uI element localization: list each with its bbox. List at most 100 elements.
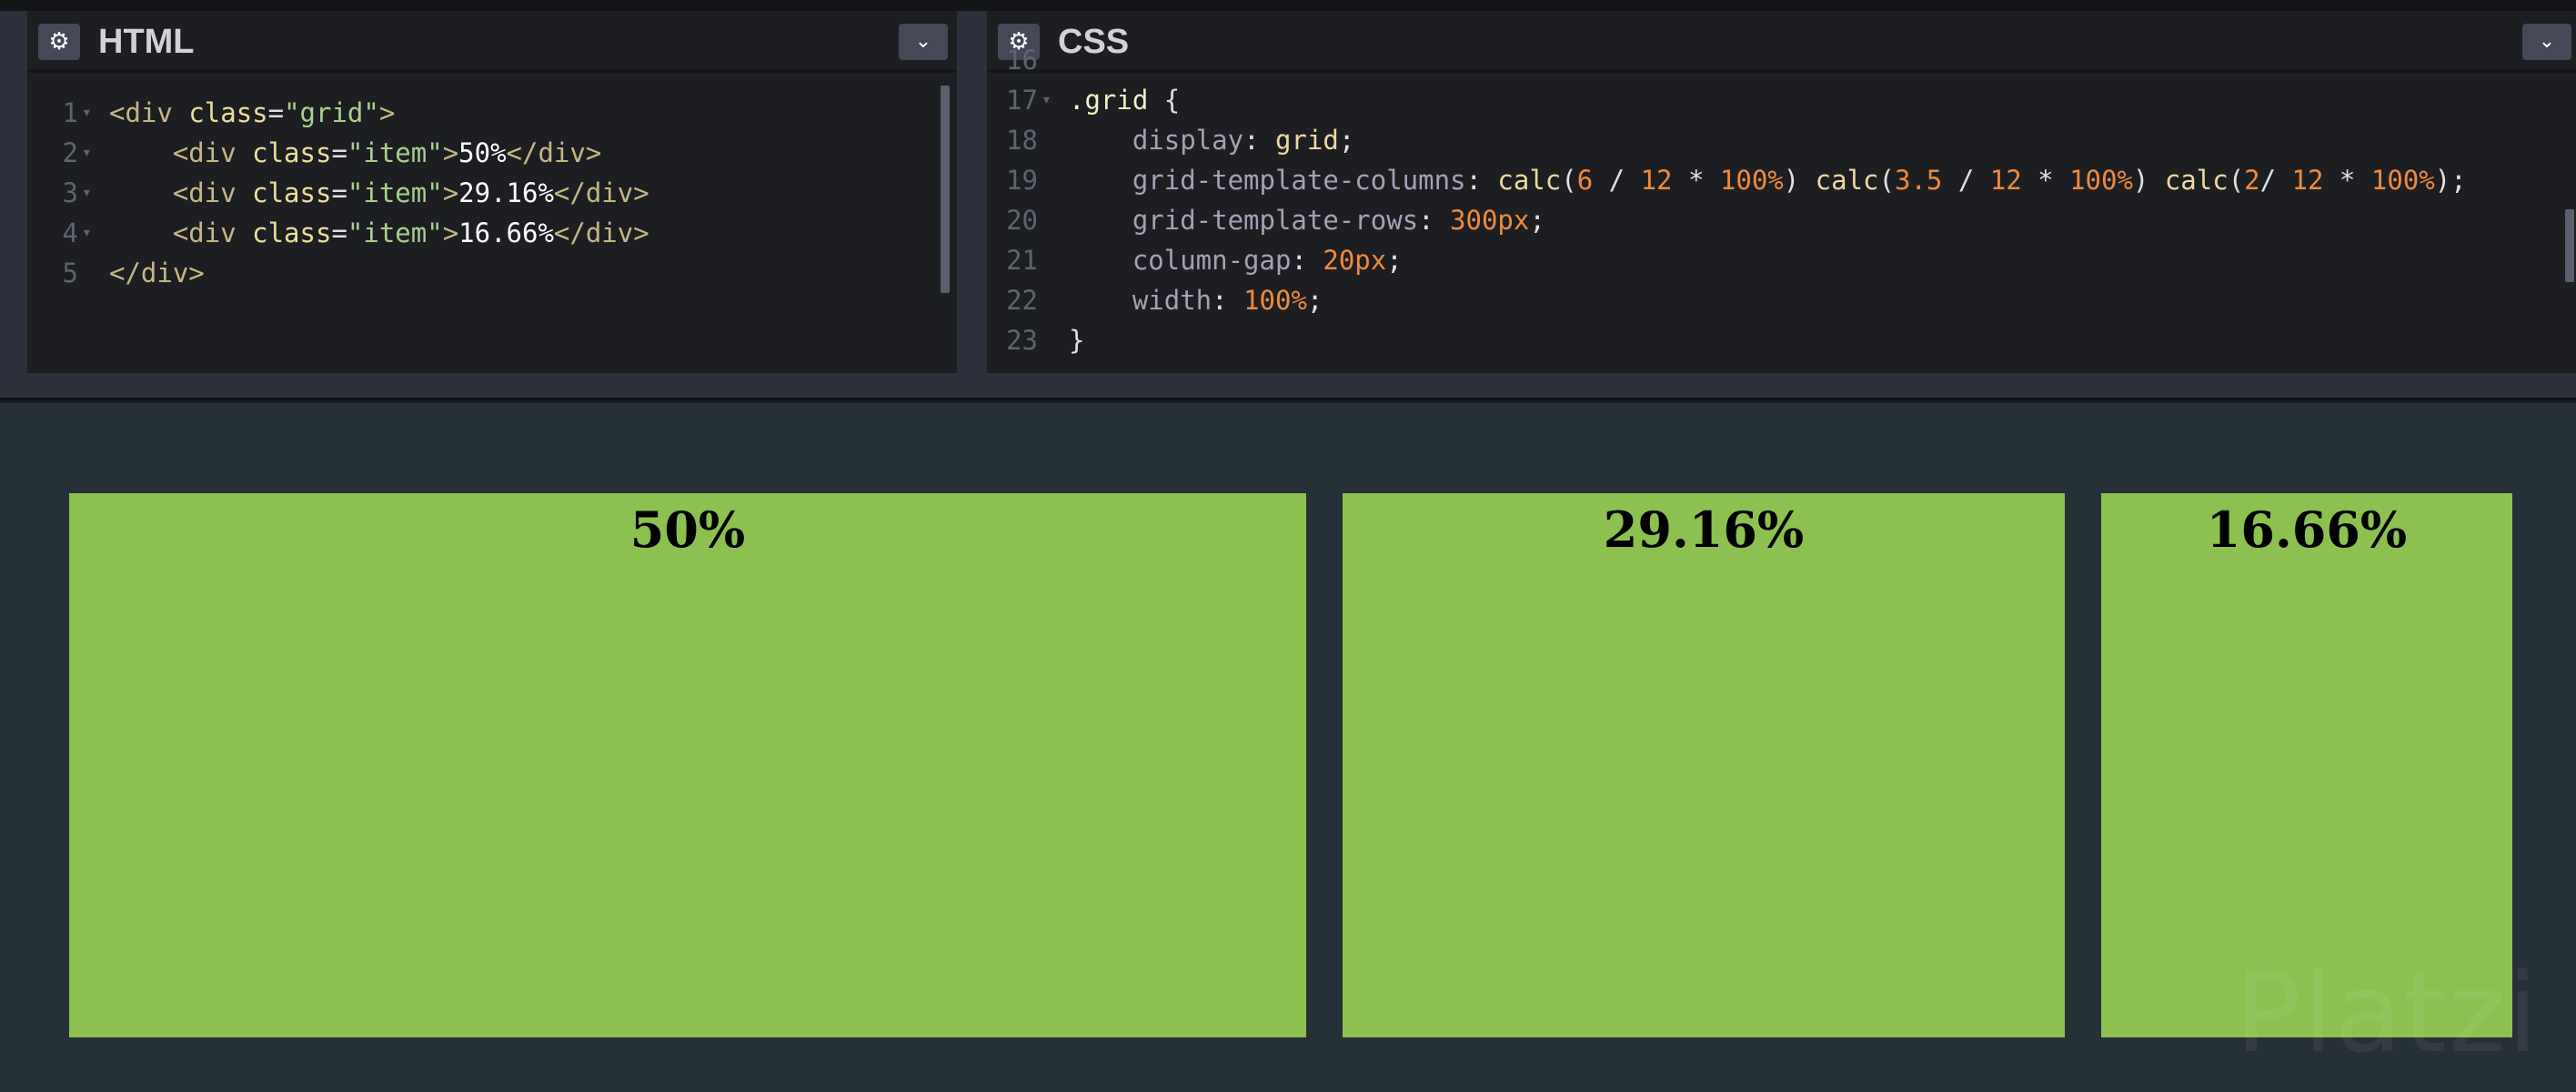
code-token: </div> xyxy=(506,137,602,168)
line-number: 21 xyxy=(1006,245,1038,276)
code-text: <div class="item">50%</div> xyxy=(109,133,601,173)
html-editor-panel[interactable]: ⚙ HTML ⌄ 1 ▾ <div class="grid"> 2 ▾ <div cla… xyxy=(27,11,957,373)
code-token: </div> xyxy=(109,258,205,288)
code-token: : xyxy=(1465,165,1498,196)
line-number: 16 xyxy=(1006,45,1038,76)
code-token: ; xyxy=(1529,205,1545,236)
code-token: 16.66% xyxy=(458,217,554,248)
fold-arrow-icon[interactable]: ▾ xyxy=(82,93,92,133)
line-number: 17 xyxy=(1006,85,1038,116)
code-token: <div xyxy=(109,177,253,208)
line-number: 23 xyxy=(1006,325,1038,356)
platzi-watermark: Platzi xyxy=(2235,951,2540,1077)
code-token: : xyxy=(1291,245,1323,276)
code-token: 12 xyxy=(1989,165,2022,196)
code-token: ; xyxy=(1306,285,1323,316)
grid-item-label: 29.16% xyxy=(1603,500,1805,559)
code-token: 6 xyxy=(1576,165,1594,196)
code-text: grid-template-rows: 300px; xyxy=(1069,200,1545,240)
fold-arrow-icon[interactable]: ▾ xyxy=(82,173,92,213)
grid-item: 50% xyxy=(69,493,1306,1037)
code-token: class xyxy=(252,177,332,208)
grid-item-label: 16.66% xyxy=(2206,500,2408,559)
code-token: calc xyxy=(1497,165,1562,196)
code-token: * xyxy=(2021,165,2070,196)
code-token: 3.5 xyxy=(1894,165,1943,196)
code-token: = xyxy=(267,97,285,128)
code-token: 29.16% xyxy=(458,177,554,208)
code-token: / xyxy=(1593,165,1641,196)
code-token: 2 xyxy=(2244,165,2260,196)
code-token: { xyxy=(1163,85,1181,116)
line-number: 2 xyxy=(62,137,78,168)
code-token: ) xyxy=(2132,165,2165,196)
line-number: 1 xyxy=(62,97,78,128)
code-token: = xyxy=(331,137,347,168)
chevron-down-icon[interactable]: ⌄ xyxy=(2522,24,2571,60)
code-token: ( xyxy=(2228,165,2245,196)
code-token: 100% xyxy=(1243,285,1307,316)
code-text: width: 100%; xyxy=(1069,280,1323,320)
code-token: width xyxy=(1069,285,1213,316)
code-token: display xyxy=(1069,125,1244,156)
code-token: <div xyxy=(109,137,253,168)
code-token: * xyxy=(1672,165,1720,196)
code-text: <div class="item">16.66%</div> xyxy=(109,213,649,253)
code-token: </div> xyxy=(553,177,649,208)
code-token: class xyxy=(252,137,332,168)
code-token: : xyxy=(1212,285,1244,316)
code-token: = xyxy=(331,177,347,208)
code-token: "item" xyxy=(347,137,443,168)
top-bar xyxy=(0,0,2576,11)
css-editor-panel[interactable]: ⚙ CSS ⌄ 16 17 ▾ .grid {18 display: grid; 19 … xyxy=(987,11,2576,373)
html-editor-title: HTML xyxy=(98,23,195,61)
code-token: calc xyxy=(1815,165,1879,196)
code-token: / xyxy=(2259,165,2292,196)
code-token: * xyxy=(2323,165,2371,196)
code-token: grid-template-columns xyxy=(1069,165,1466,196)
fold-arrow-icon[interactable]: ▾ xyxy=(82,213,92,253)
code-text: } xyxy=(1069,320,1084,360)
code-token: 20px xyxy=(1323,245,1387,276)
code-token: > xyxy=(442,217,459,248)
code-token: .grid xyxy=(1069,85,1164,116)
line-number: 5 xyxy=(62,258,78,288)
code-token: / xyxy=(1942,165,1990,196)
code-token: 50% xyxy=(458,137,507,168)
html-editor-header: ⚙ HTML ⌄ xyxy=(27,11,957,73)
css-editor-title: CSS xyxy=(1058,23,1130,61)
code-token: calc xyxy=(2164,165,2229,196)
chevron-down-icon[interactable]: ⌄ xyxy=(899,24,948,60)
code-token: "grid" xyxy=(284,97,379,128)
code-token: : xyxy=(1243,125,1275,156)
code-token: column-gap xyxy=(1069,245,1292,276)
code-text: grid-template-columns: calc(6 / 12 * 100… xyxy=(1069,160,2467,200)
line-number: 4 xyxy=(62,217,78,248)
code-token: </div> xyxy=(553,217,649,248)
line-number: 19 xyxy=(1006,165,1038,196)
html-editor-scrollbar[interactable] xyxy=(941,86,950,293)
code-token: ); xyxy=(2434,165,2467,196)
code-token: 100% xyxy=(2069,165,2133,196)
line-number: 20 xyxy=(1006,205,1038,236)
fold-arrow-icon[interactable]: ▾ xyxy=(82,133,92,173)
line-number: 22 xyxy=(1006,285,1038,316)
code-token: 100% xyxy=(2370,165,2435,196)
code-token: : xyxy=(1418,205,1451,236)
code-token: > xyxy=(378,97,396,128)
line-number: 18 xyxy=(1006,125,1038,156)
code-text: display: grid; xyxy=(1069,120,1354,160)
fold-arrow-icon[interactable]: ▾ xyxy=(1041,80,1052,120)
code-token: grid xyxy=(1274,125,1339,156)
css-editor-scrollbar[interactable] xyxy=(2565,209,2574,282)
gear-icon[interactable]: ⚙ xyxy=(38,24,80,60)
resize-handle[interactable] xyxy=(0,373,2576,400)
code-token: ( xyxy=(1561,165,1577,196)
line-number: 3 xyxy=(62,177,78,208)
code-token: 12 xyxy=(2291,165,2324,196)
code-token: 100% xyxy=(1719,165,1784,196)
code-token: > xyxy=(442,177,459,208)
code-token: class xyxy=(188,97,268,128)
code-token: > xyxy=(442,137,459,168)
code-text: column-gap: 20px; xyxy=(1069,240,1403,280)
